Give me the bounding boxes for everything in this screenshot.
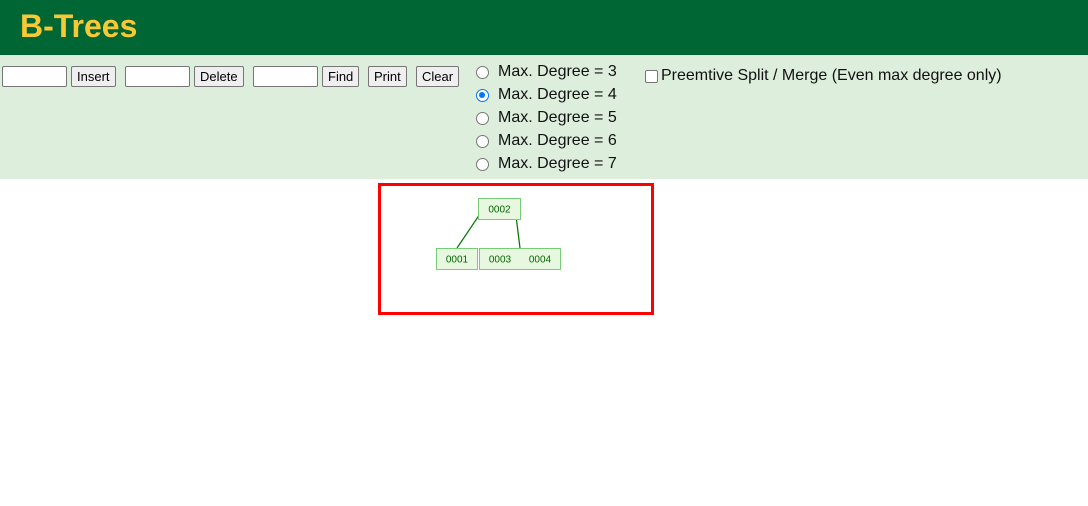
- radio-icon[interactable]: [476, 134, 489, 148]
- radio-label: Max. Degree = 7: [498, 155, 617, 172]
- delete-button[interactable]: Delete: [194, 66, 244, 87]
- page-title: B-Trees: [20, 8, 138, 44]
- degree-4-radio[interactable]: Max. Degree = 4: [476, 86, 617, 104]
- delete-input[interactable]: [125, 66, 190, 87]
- find-button[interactable]: Find: [322, 66, 360, 87]
- insert-input[interactable]: [2, 66, 67, 87]
- radio-label: Max. Degree = 3: [498, 63, 617, 80]
- radio-icon[interactable]: [476, 65, 489, 79]
- control-panel: Insert Delete Find Print Clear Max. Degr…: [0, 55, 1088, 179]
- insert-button[interactable]: Insert: [71, 66, 116, 87]
- highlight-box: [378, 183, 654, 315]
- radio-icon[interactable]: [476, 157, 489, 171]
- preemptive-label: Preemtive Split / Merge (Even max degree…: [661, 67, 1002, 84]
- checkbox-icon[interactable]: [645, 69, 658, 83]
- degree-5-radio[interactable]: Max. Degree = 5: [476, 109, 617, 127]
- clear-button[interactable]: Clear: [416, 66, 460, 87]
- print-button[interactable]: Print: [368, 66, 407, 87]
- radio-checked-icon[interactable]: [476, 88, 489, 102]
- radio-label: Max. Degree = 5: [498, 109, 617, 126]
- header-bar: B-Trees: [0, 0, 1088, 55]
- degree-3-radio[interactable]: Max. Degree = 3: [476, 63, 617, 81]
- radio-icon[interactable]: [476, 111, 489, 125]
- degree-7-radio[interactable]: Max. Degree = 7: [476, 155, 617, 173]
- preemptive-split-checkbox[interactable]: Preemtive Split / Merge (Even max degree…: [645, 67, 1002, 85]
- degree-6-radio[interactable]: Max. Degree = 6: [476, 132, 617, 150]
- radio-label: Max. Degree = 4: [498, 86, 617, 103]
- find-input[interactable]: [253, 66, 318, 87]
- radio-label: Max. Degree = 6: [498, 132, 617, 149]
